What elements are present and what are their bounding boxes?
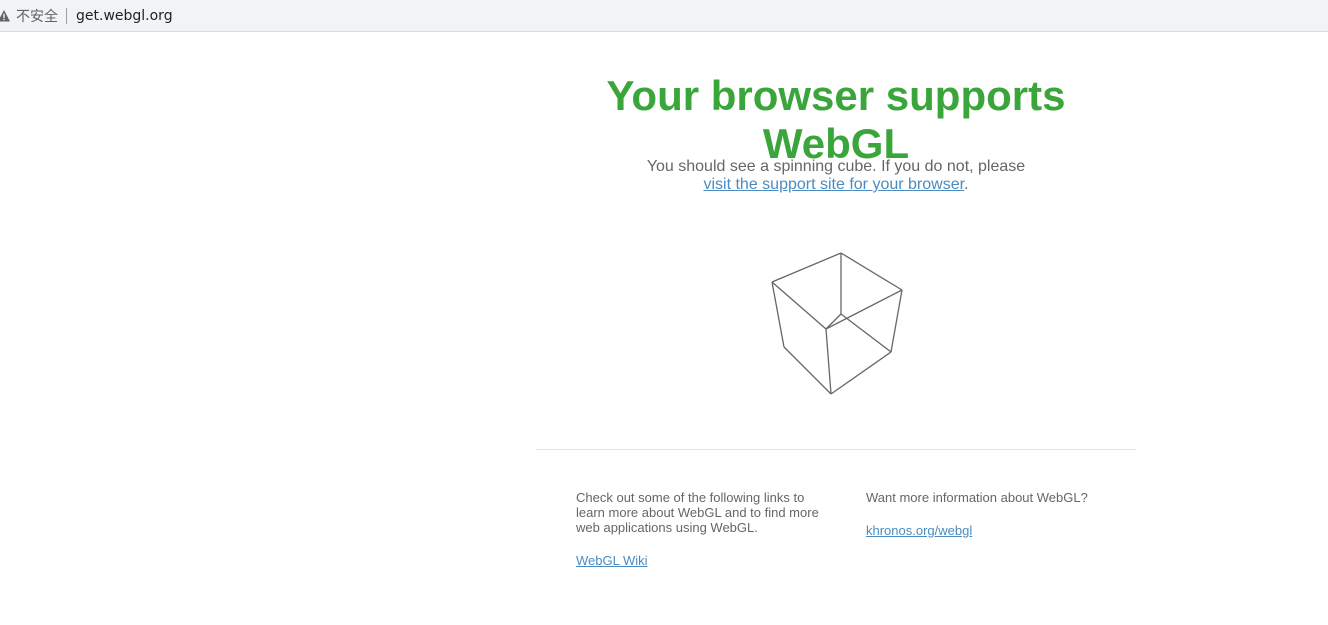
cube-edge [825,328,832,395]
cube-edge [771,281,827,330]
cube-edge [830,351,892,395]
cube-edge [771,281,785,348]
security-status[interactable]: 不安全 [16,6,58,26]
intro-suffix: . [964,176,969,193]
cube-edge [771,252,842,283]
page-title: Your browser supports WebGL [606,72,1066,167]
support-site-link[interactable]: visit the support site for your browser [703,176,964,193]
links-column-left: Check out some of the following links to… [576,490,828,568]
section-divider [536,449,1136,450]
address-bar[interactable]: 不安全 get.webgl.org [0,0,1328,31]
intro-paragraph: You should see a spinning cube. If you d… [536,158,1136,194]
cube-edge [840,252,903,291]
webgl-wiki-link[interactable]: WebGL Wiki [576,553,648,568]
toolbar-divider [0,31,1328,34]
cube-edge [825,313,842,330]
url-text[interactable]: get.webgl.org [76,8,173,24]
intro-text: You should see a spinning cube. If you d… [646,158,1026,175]
spinning-cube-canvas [771,252,903,395]
cube-edge [783,346,832,395]
cube-edge [825,289,903,330]
cube-edge [840,313,892,353]
learn-more-text: Check out some of the following links to… [576,490,819,535]
cube-edge [890,289,903,353]
address-separator [66,7,67,24]
more-info-text: Want more information about WebGL? [866,490,1088,505]
links-column-right: Want more information about WebGL? khron… [866,490,1106,538]
warning-icon[interactable] [0,9,11,23]
khronos-link[interactable]: khronos.org/webgl [866,523,972,538]
